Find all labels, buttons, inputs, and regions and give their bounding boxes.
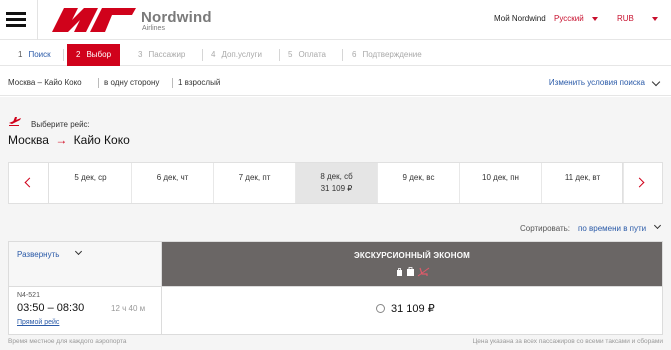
- step-label: Доп.услуги: [221, 50, 262, 59]
- trip-divider: [98, 78, 99, 88]
- date-label: 11 дек, вт: [564, 173, 601, 182]
- date-option-selected[interactable]: 8 дек, сб 31 109 ₽: [296, 163, 378, 203]
- top-header: Nordwind Airlines Мой Nordwind Русский R…: [0, 0, 671, 40]
- step-number: 1: [18, 50, 23, 59]
- date-label: 9 дек, вс: [402, 173, 435, 182]
- date-price: 31 109 ₽: [320, 184, 353, 193]
- fare-radio[interactable]: [376, 304, 385, 313]
- date-label: 5 дек, ср: [74, 173, 107, 182]
- fare-title: ЭКСКУРСИОННЫЙ ЭКОНОМ: [353, 251, 470, 260]
- flight-info: N4-521 03:50 – 08:30 12 ч 40 м Прямой ре…: [9, 286, 162, 334]
- step-divider: [202, 49, 203, 61]
- trip-route: Москва – Кайо Коко: [8, 78, 82, 87]
- change-search-link[interactable]: Изменить условия поиска: [549, 78, 645, 87]
- fare-icons: [397, 267, 430, 277]
- step-select[interactable]: 2 Выбор: [67, 44, 121, 66]
- step-number: 5: [288, 50, 293, 59]
- step-label: Пассажир: [148, 50, 186, 59]
- chevron-down-icon[interactable]: [74, 247, 83, 256]
- bag-icon: [397, 268, 402, 276]
- currency-chevron-down-icon[interactable]: [652, 17, 658, 21]
- route-title: Москва → Кайо Коко: [8, 133, 130, 147]
- footnote-local-time: Время местное для каждого аэропорта: [8, 338, 127, 345]
- date-label: 10 дек, пн: [482, 173, 519, 182]
- step-label: Выбор: [86, 50, 112, 59]
- sort-label: Сортировать:: [520, 224, 571, 233]
- step-label: Поиск: [28, 50, 51, 59]
- expand-button[interactable]: Развернуть: [17, 250, 59, 259]
- brand-name: Nordwind: [141, 9, 212, 26]
- baggage-icon: [407, 267, 414, 276]
- step-number: 6: [352, 50, 357, 59]
- select-flight-prompt: Выберите рейс:: [31, 120, 90, 129]
- currency-select[interactable]: RUB: [617, 14, 634, 23]
- flight-number: N4-521: [17, 292, 40, 299]
- date-label: 8 дек, сб: [320, 172, 353, 181]
- date-option[interactable]: 6 дек, чт: [132, 163, 214, 203]
- route-destination: Кайо Коко: [73, 133, 130, 147]
- fare-header: ЭКСКУРСИОННЫЙ ЭКОНОМ: [162, 242, 662, 286]
- step-divider: [279, 49, 280, 61]
- step-number: 3: [138, 50, 143, 59]
- step-number: 2: [76, 50, 81, 59]
- flight-results: Развернуть ЭКСКУРСИОННЫЙ ЭКОНОМ N4-521 0…: [8, 241, 663, 335]
- date-label: 6 дек, чт: [156, 173, 189, 182]
- step-label: Оплата: [298, 50, 326, 59]
- chevron-right-icon: [634, 177, 645, 188]
- step-search[interactable]: 1 Поиск: [18, 44, 51, 66]
- step-number: 4: [211, 50, 216, 59]
- route-origin: Москва: [8, 133, 49, 147]
- footnote-price: Цена указана за всех пассажиров со всеми…: [472, 338, 663, 345]
- results-left-header: Развернуть: [9, 242, 162, 286]
- header-divider: [37, 0, 38, 40]
- trip-passengers: 1 взрослый: [178, 78, 221, 87]
- flight-times: 03:50 – 08:30: [17, 302, 85, 314]
- chevron-down-icon[interactable]: [651, 77, 661, 87]
- language-chevron-down-icon[interactable]: [592, 17, 598, 21]
- date-carousel: 5 дек, ср 6 дек, чт 7 дек, пт 8 дек, сб 3…: [8, 162, 663, 204]
- date-option[interactable]: 5 дек, ср: [50, 163, 132, 203]
- step-payment: 5 Оплата: [288, 44, 326, 66]
- trip-divider: [172, 78, 173, 88]
- trip-direction: в одну сторону: [104, 78, 160, 87]
- my-nordwind-link[interactable]: Мой Nordwind: [494, 14, 546, 23]
- step-passenger: 3 Пассажир: [138, 44, 185, 66]
- fare-price: 31 109 ₽: [391, 303, 435, 315]
- step-extras: 4 Доп.услуги: [211, 44, 262, 66]
- seat-icon: [417, 267, 430, 277]
- date-label: 7 дек, пт: [238, 173, 271, 182]
- language-select[interactable]: Русский: [554, 14, 584, 23]
- nordwind-logo-icon[interactable]: [50, 6, 138, 34]
- date-option[interactable]: 7 дек, пт: [214, 163, 296, 203]
- trip-summary: Москва – Кайо Коко в одну сторону 1 взро…: [0, 70, 671, 96]
- menu-icon[interactable]: [6, 12, 26, 28]
- step-divider: [342, 49, 343, 61]
- date-option[interactable]: 9 дек, вс: [378, 163, 460, 203]
- fare-price-cell[interactable]: 31 109 ₽: [162, 286, 662, 334]
- next-dates-button[interactable]: [622, 163, 662, 203]
- direct-flight-link[interactable]: Прямой рейс: [17, 319, 59, 326]
- step-divider: [63, 49, 64, 61]
- flight-duration: 12 ч 40 м: [111, 304, 146, 313]
- booking-steps: 1 Поиск 2 Выбор 3 Пассажир 4 Доп.услуги 5 Опл…: [0, 44, 671, 66]
- sort-select[interactable]: по времени в пути: [578, 224, 646, 233]
- step-confirmation: 6 Подтверждение: [352, 44, 422, 66]
- brand-subtitle: Airlines: [142, 25, 165, 32]
- route-arrow: →: [55, 133, 68, 147]
- step-label: Подтверждение: [362, 50, 422, 59]
- date-option[interactable]: 11 дек, вт: [542, 163, 624, 203]
- chevron-left-icon: [24, 177, 35, 188]
- previous-dates-button[interactable]: [9, 163, 49, 203]
- date-option[interactable]: 10 дек, пн: [460, 163, 542, 203]
- plane-icon: [9, 117, 21, 126]
